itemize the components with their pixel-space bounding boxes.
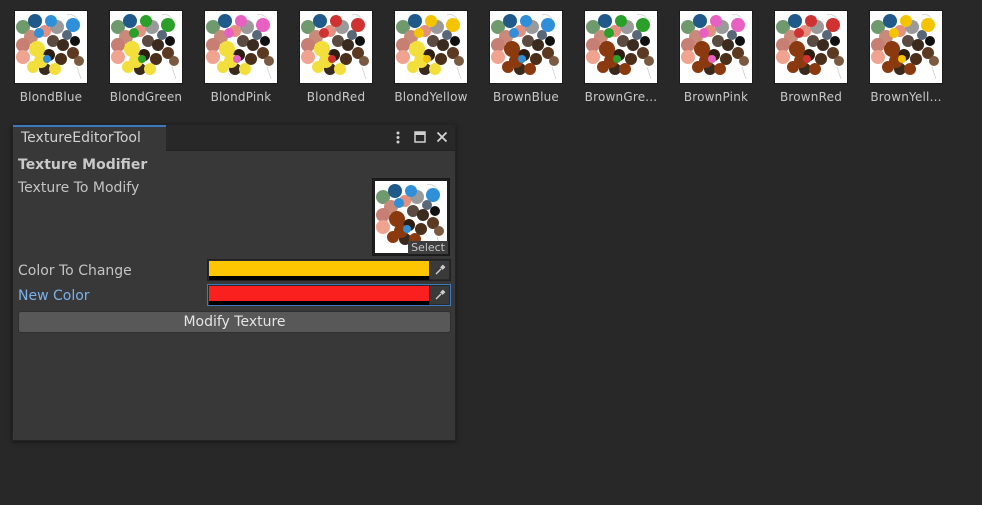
- asset-item[interactable]: BrownRed: [766, 10, 856, 104]
- section-title: Texture Modifier: [18, 157, 148, 173]
- asset-item[interactable]: BrownYell...: [861, 10, 951, 104]
- maximize-icon[interactable]: [413, 128, 427, 146]
- asset-item[interactable]: BrownPink: [671, 10, 761, 104]
- texture-to-modify-label: Texture To Modify: [18, 180, 140, 196]
- new-color-swatch[interactable]: [209, 286, 429, 301]
- asset-thumbnail[interactable]: [14, 10, 88, 84]
- eyedropper-icon[interactable]: [430, 261, 449, 279]
- color-to-change-swatch[interactable]: [209, 261, 429, 276]
- asset-label: BlondRed: [306, 90, 366, 104]
- asset-thumbnail[interactable]: [584, 10, 658, 84]
- asset-item[interactable]: BrownBlue: [481, 10, 571, 104]
- asset-item[interactable]: BlondRed: [291, 10, 381, 104]
- tab-texture-editor-tool[interactable]: TextureEditorTool: [13, 125, 166, 151]
- new-color-label: New Color: [18, 288, 90, 304]
- asset-thumbnail[interactable]: [489, 10, 563, 84]
- eyedropper-icon[interactable]: [430, 286, 449, 304]
- asset-item[interactable]: BrownGre...: [576, 10, 666, 104]
- texture-object-field[interactable]: Select: [372, 178, 450, 256]
- asset-thumbnail[interactable]: [869, 10, 943, 84]
- color-to-change-label: Color To Change: [18, 263, 132, 279]
- asset-label: BrownGre...: [584, 90, 658, 104]
- asset-label: BrownPink: [683, 90, 749, 104]
- asset-thumbnail[interactable]: [774, 10, 848, 84]
- color-to-change-alpha-bar: [209, 276, 429, 280]
- asset-label: BlondPink: [210, 90, 272, 104]
- asset-label: BrownYell...: [870, 90, 942, 104]
- asset-label: BrownBlue: [492, 90, 560, 104]
- asset-label: BlondBlue: [19, 90, 83, 104]
- asset-item[interactable]: BlondYellow: [386, 10, 476, 104]
- close-icon[interactable]: [435, 128, 449, 146]
- kebab-menu-icon[interactable]: [391, 128, 405, 146]
- asset-item[interactable]: BlondPink: [196, 10, 286, 104]
- asset-thumbnail[interactable]: [299, 10, 373, 84]
- window-tab-bar: TextureEditorTool: [13, 125, 455, 151]
- color-to-change-field[interactable]: [207, 259, 451, 281]
- modify-texture-button[interactable]: Modify Texture: [18, 311, 451, 333]
- new-color-field[interactable]: [207, 284, 451, 306]
- new-color-alpha-bar: [209, 301, 429, 305]
- asset-grid: BlondBlue BlondGreen BlondPink BlondRed Blon…: [0, 0, 982, 120]
- asset-item[interactable]: BlondGreen: [101, 10, 191, 104]
- texture-editor-window: TextureEditorTool Texture Modifier Textu…: [12, 124, 456, 441]
- asset-thumbnail[interactable]: [394, 10, 468, 84]
- asset-label: BrownRed: [779, 90, 843, 104]
- texture-select-button[interactable]: Select: [408, 241, 448, 254]
- asset-thumbnail[interactable]: [109, 10, 183, 84]
- asset-thumbnail[interactable]: [204, 10, 278, 84]
- asset-label: BlondYellow: [394, 90, 468, 104]
- asset-item[interactable]: BlondBlue: [6, 10, 96, 104]
- asset-label: BlondGreen: [109, 90, 183, 104]
- asset-thumbnail[interactable]: [679, 10, 753, 84]
